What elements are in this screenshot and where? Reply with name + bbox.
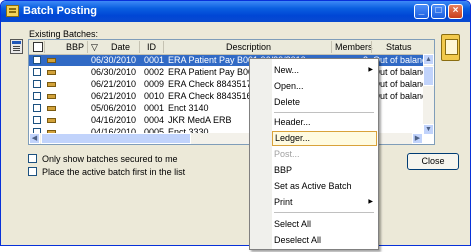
menu-item-print[interactable]: Print ▶ [274, 195, 377, 210]
vertical-scrollbar[interactable]: ▲ ▼ [423, 54, 434, 135]
row-date: 06/21/2010 [91, 91, 137, 101]
minimize-button[interactable]: _ [414, 4, 429, 19]
row-checkbox[interactable] [33, 80, 41, 88]
scroll-up-icon[interactable]: ▲ [423, 54, 434, 65]
row-id: 0002 [144, 67, 165, 77]
row-date: 05/06/2010 [91, 103, 137, 113]
row-date: 06/30/2010 [91, 55, 137, 65]
menu-item-set-active-batch[interactable]: Set as Active Batch [274, 179, 377, 194]
ledger-book-icon[interactable] [441, 34, 460, 61]
submenu-arrow-icon: ▶ [368, 199, 373, 205]
menu-item-new[interactable]: New... ▶ [274, 63, 377, 78]
secured-only-label: Only show batches secured to me [42, 154, 178, 164]
bbp-icon [47, 94, 56, 99]
menu-item-bbp[interactable]: BBP [274, 163, 377, 178]
title-bar[interactable]: Batch Posting _ □ × [1, 1, 470, 22]
batch-list-icon[interactable] [10, 39, 23, 54]
row-checkbox[interactable] [33, 104, 41, 112]
close-button[interactable]: Close [407, 153, 459, 170]
horizontal-scroll-thumb[interactable] [41, 133, 191, 144]
bbp-icon [47, 118, 56, 123]
menu-item-ledger[interactable]: Ledger... [272, 131, 377, 146]
scroll-down-icon[interactable]: ▼ [423, 124, 434, 135]
row-checkbox[interactable] [33, 56, 41, 64]
row-checkbox[interactable] [33, 116, 41, 124]
row-date: 06/21/2010 [91, 79, 137, 89]
row-status: Out of balance [373, 67, 423, 77]
active-first-label: Place the active batch first in the list [42, 167, 186, 177]
row-date: 06/30/2010 [91, 67, 137, 77]
grid-header: BBP ▽ Date ID Description Members Status [29, 40, 434, 55]
active-first-checkbox[interactable] [28, 167, 37, 176]
row-status: Out of balance [373, 91, 423, 101]
sort-indicator-icon[interactable]: ▽ [91, 42, 98, 53]
row-date: 04/16/2010 [91, 115, 137, 125]
bbp-icon [47, 106, 56, 111]
existing-batches-label: Existing Batches: [29, 29, 99, 39]
row-status: Out of balance [373, 79, 423, 89]
row-id: 0009 [144, 79, 165, 89]
header-status[interactable]: Status [386, 42, 412, 52]
header-members[interactable]: Members [335, 42, 373, 52]
scroll-left-icon[interactable]: ◀ [29, 133, 40, 144]
menu-item-post[interactable]: Post... [274, 147, 377, 162]
menu-separator [274, 212, 374, 213]
row-id: 0010 [144, 91, 165, 101]
menu-item-header[interactable]: Header... [274, 115, 377, 130]
row-checkbox[interactable] [33, 68, 41, 76]
menu-icon-gutter [250, 59, 272, 249]
scroll-right-icon[interactable]: ▶ [412, 133, 423, 144]
row-status: Out of balance [373, 55, 423, 65]
submenu-arrow-icon: ▶ [368, 67, 373, 73]
row-checkbox[interactable] [33, 92, 41, 100]
row-id: 0004 [144, 115, 165, 125]
menu-separator [274, 112, 374, 113]
context-menu: New... ▶ Open... Delete Header... Ledger.… [249, 58, 379, 250]
menu-item-select-all[interactable]: Select All [274, 217, 377, 232]
window-title: Batch Posting [23, 5, 97, 17]
row-id: 0001 [144, 55, 165, 65]
close-window-button[interactable]: × [448, 4, 463, 19]
select-all-checkbox[interactable] [33, 42, 43, 52]
bbp-icon [47, 82, 56, 87]
bbp-icon [47, 70, 56, 75]
header-id[interactable]: ID [147, 42, 156, 52]
header-date[interactable]: Date [111, 42, 130, 52]
vertical-scroll-thumb[interactable] [423, 66, 434, 86]
menu-item-open[interactable]: Open... [274, 79, 377, 94]
batch-posting-window: Batch Posting _ □ × Existing Batches: BB… [0, 0, 471, 246]
row-id: 0001 [144, 103, 165, 113]
menu-item-deselect-all[interactable]: Deselect All [274, 233, 377, 248]
menu-item-delete[interactable]: Delete [274, 95, 377, 110]
bbp-icon [47, 58, 56, 63]
maximize-button[interactable]: □ [431, 4, 446, 19]
header-description[interactable]: Description [226, 42, 271, 52]
header-bbp[interactable]: BBP [66, 42, 84, 52]
batch-window-icon [6, 5, 19, 17]
secured-only-checkbox[interactable] [28, 154, 37, 163]
